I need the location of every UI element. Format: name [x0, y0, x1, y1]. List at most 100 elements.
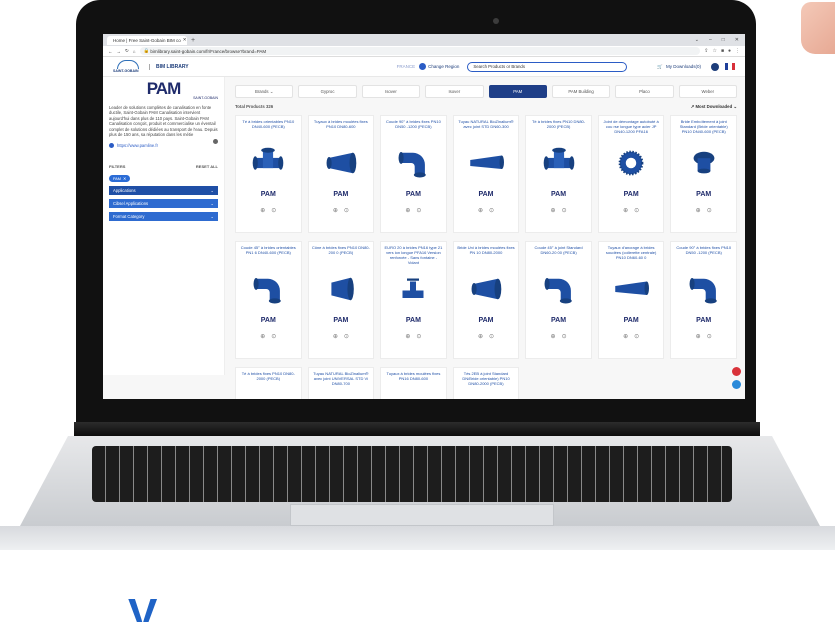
- product-card[interactable]: Coude 90° à brides fixes PN10 DN50 -1200…: [670, 241, 737, 359]
- user-avatar-icon[interactable]: [711, 62, 719, 71]
- product-card[interactable]: EURO 20 à brides PN16 type 21 vers ion l…: [380, 241, 447, 359]
- product-card[interactable]: Tuyau NATURAL BioZinalium® avec joint UN…: [307, 367, 375, 399]
- product-title[interactable]: Coude 90° à brides fixes PN10 DN50 -1200…: [384, 119, 443, 139]
- brand-tab[interactable]: Isover: [361, 85, 421, 98]
- chevron-down-icon[interactable]: ⌄: [695, 37, 699, 43]
- product-image[interactable]: [529, 265, 588, 313]
- product-title[interactable]: Té à brides fixes PN10 DN80-2000 (PECB): [529, 119, 588, 139]
- product-title[interactable]: Bride Uni à brides moulées fixes PN 10 D…: [457, 245, 516, 265]
- product-title[interactable]: Tuyau NATURAL BioZinalium® avec joint ST…: [457, 119, 516, 139]
- my-downloads-button[interactable]: 🛒 My Downloads(0): [657, 64, 701, 70]
- view-icon[interactable]: ⊕: [260, 207, 265, 214]
- product-title[interactable]: Té à brides orientables PN10 DN40-600 (P…: [239, 119, 298, 139]
- product-image[interactable]: [674, 265, 733, 313]
- minimize-icon[interactable]: –: [709, 37, 712, 43]
- download-icon[interactable]: ⊙: [562, 207, 567, 214]
- view-icon[interactable]: ⊕: [551, 333, 556, 340]
- brand-tab[interactable]: PAM Building: [551, 85, 611, 98]
- product-title[interactable]: Té à brides fixes PN10 DN80-2000 (PECB): [239, 371, 298, 391]
- home-icon[interactable]: ⌂: [133, 49, 136, 54]
- view-icon[interactable]: ⊕: [405, 333, 410, 340]
- collapse-icon[interactable]: [213, 139, 218, 145]
- brand-tab-active[interactable]: PAM: [488, 85, 547, 98]
- product-card[interactable]: Tés 2EB à joint Standard DN/Bride orient…: [452, 367, 520, 399]
- view-icon[interactable]: ⊕: [623, 207, 628, 214]
- view-icon[interactable]: ⊕: [696, 207, 701, 214]
- share-icon[interactable]: ⇪: [704, 48, 708, 54]
- product-title[interactable]: Bride Emboîtement à joint Standard (Brid…: [674, 119, 733, 139]
- product-title[interactable]: Coude 45° à joint Standard DN60-20 00 (P…: [529, 245, 588, 265]
- product-title[interactable]: EURO 20 à brides PN16 type 21 vers ion l…: [384, 245, 443, 265]
- view-icon[interactable]: ⊕: [696, 333, 701, 340]
- product-title[interactable]: Tés 2EB à joint Standard DN/Bride orient…: [457, 371, 516, 391]
- product-card[interactable]: Tuyau NATURAL BioZinalium® avec joint ST…: [452, 115, 520, 233]
- french-flag-icon[interactable]: [725, 63, 735, 70]
- browser-tab[interactable]: Home | Free Saint-Gobain BIM co ✕: [107, 35, 187, 45]
- view-icon[interactable]: ⊕: [333, 333, 338, 340]
- product-title[interactable]: Tuyaux à brides moulées fixes PN16 DN80-…: [384, 371, 443, 391]
- url-input[interactable]: 🔒 bimlibrary.saint-gobain.com/fr/France/…: [139, 47, 701, 55]
- download-icon[interactable]: ⊙: [562, 333, 567, 340]
- product-card[interactable]: Cône à brides fixes PN10 DN80-200 0 (PEC…: [307, 241, 375, 359]
- product-image[interactable]: [239, 391, 298, 399]
- extensions-icon[interactable]: ■: [721, 48, 724, 54]
- bookmark-star-icon[interactable]: ☆: [712, 48, 716, 54]
- product-image[interactable]: [674, 139, 733, 187]
- product-image[interactable]: [384, 265, 443, 313]
- back-icon[interactable]: ←: [108, 49, 113, 54]
- download-icon[interactable]: ⊙: [707, 207, 712, 214]
- product-image[interactable]: [239, 265, 298, 313]
- view-icon[interactable]: ⊕: [333, 207, 338, 214]
- search-input[interactable]: Search Products or Brands: [467, 61, 628, 72]
- product-image[interactable]: [312, 391, 371, 399]
- product-image[interactable]: [457, 265, 516, 313]
- filter-group-cibsel[interactable]: Cibsel Applications ⌄: [109, 199, 218, 209]
- profile-icon[interactable]: ●: [728, 48, 731, 54]
- brand-tab[interactable]: Gyproc: [298, 85, 357, 98]
- maximize-icon[interactable]: □: [722, 37, 725, 43]
- menu-icon[interactable]: ⋮: [735, 48, 740, 54]
- download-icon[interactable]: ⊙: [416, 333, 421, 340]
- new-tab-icon[interactable]: +: [191, 37, 195, 44]
- product-card[interactable]: Tuyaux à brides moulées fixes PN16 DN80-…: [380, 367, 447, 399]
- view-icon[interactable]: ⊕: [478, 333, 483, 340]
- settings-button[interactable]: [732, 380, 741, 389]
- product-image[interactable]: [239, 139, 298, 187]
- product-card[interactable]: Joint de démontage autobuté à cou rse lo…: [597, 115, 665, 233]
- download-icon[interactable]: ⊙: [489, 207, 494, 214]
- product-card[interactable]: Tuyaux d'ancrage à brides soudées (colle…: [597, 241, 665, 359]
- filter-group-applications[interactable]: Applications ⌄: [109, 186, 218, 196]
- product-image[interactable]: [384, 391, 443, 399]
- product-image[interactable]: [602, 139, 661, 187]
- brand-tab[interactable]: Placo: [615, 85, 674, 98]
- product-card[interactable]: Té à brides fixes PN10 DN80-2000 (PECB) P…: [525, 115, 592, 233]
- close-tab-icon[interactable]: ✕: [183, 37, 187, 43]
- download-icon[interactable]: ⊙: [489, 333, 494, 340]
- download-icon[interactable]: ⊙: [634, 333, 639, 340]
- view-icon[interactable]: ⊕: [260, 333, 265, 340]
- product-card[interactable]: Té à brides orientables PN10 DN40-600 (P…: [235, 115, 302, 233]
- product-image[interactable]: [312, 265, 371, 313]
- product-title[interactable]: Tuyaux d'ancrage à brides soudées (colle…: [602, 245, 661, 265]
- download-icon[interactable]: ⊙: [344, 207, 349, 214]
- filter-chip-pam[interactable]: PAM ✕: [109, 175, 131, 183]
- saint-gobain-logo[interactable]: SAINT-GOBAIN: [113, 60, 143, 73]
- product-title[interactable]: Tuyaux à brides moulées fixes PN10 DN80-…: [312, 119, 371, 139]
- reload-icon[interactable]: ↻: [125, 48, 129, 54]
- product-card[interactable]: Coude 45° à joint Standard DN60-20 00 (P…: [525, 241, 592, 359]
- product-card[interactable]: Coude 90° à brides fixes PN10 DN50 -1200…: [380, 115, 447, 233]
- download-icon[interactable]: ⊙: [271, 207, 276, 214]
- view-icon[interactable]: ⊕: [405, 207, 410, 214]
- filter-group-format[interactable]: Format Category ⌄: [109, 212, 218, 222]
- product-card[interactable]: Bride Uni à brides moulées fixes PN 10 D…: [452, 241, 520, 359]
- view-icon[interactable]: ⊕: [623, 333, 628, 340]
- brand-website-link[interactable]: https://www.pamline.fr: [109, 143, 213, 149]
- product-title[interactable]: Cône à brides fixes PN10 DN80-200 0 (PEC…: [312, 245, 371, 265]
- product-image[interactable]: [529, 139, 588, 187]
- download-icon[interactable]: ⊙: [271, 333, 276, 340]
- product-image[interactable]: [457, 139, 516, 187]
- reset-all-button[interactable]: RESET ALL: [196, 164, 218, 169]
- product-image[interactable]: [602, 265, 661, 313]
- product-image[interactable]: [312, 139, 371, 187]
- product-title[interactable]: Tuyau NATURAL BioZinalium® avec joint UN…: [312, 371, 371, 391]
